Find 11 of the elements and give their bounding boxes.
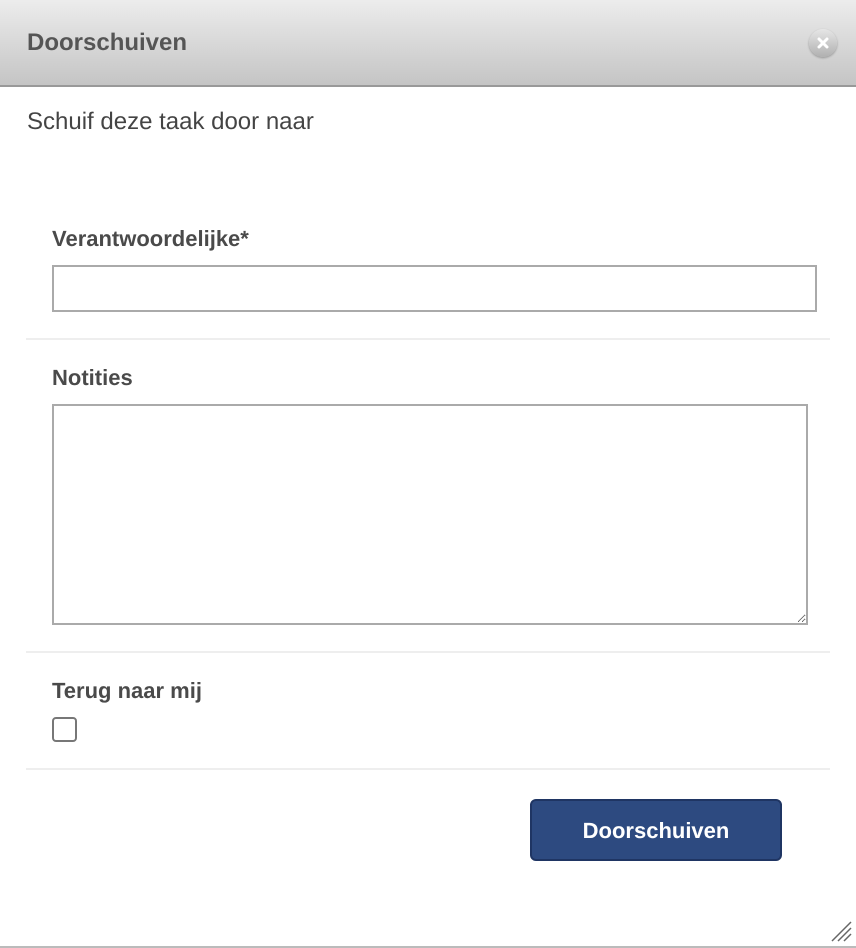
resize-grip-icon[interactable]: [830, 920, 852, 942]
field-label: Notities: [52, 364, 134, 392]
submit-button[interactable]: Doorschuiven: [530, 799, 782, 861]
close-icon[interactable]: [809, 28, 837, 56]
notes-field[interactable]: [52, 404, 808, 625]
text-field[interactable]: [52, 265, 817, 312]
dialog-subtitle: Schuif deze taak door naar: [26, 107, 315, 137]
checkbox[interactable]: [52, 717, 77, 742]
dialog-title: Doorschuiven: [27, 28, 188, 58]
field-label: Terug naar mij: [52, 677, 203, 705]
field-label: Verantwoordelijke*: [52, 225, 250, 253]
